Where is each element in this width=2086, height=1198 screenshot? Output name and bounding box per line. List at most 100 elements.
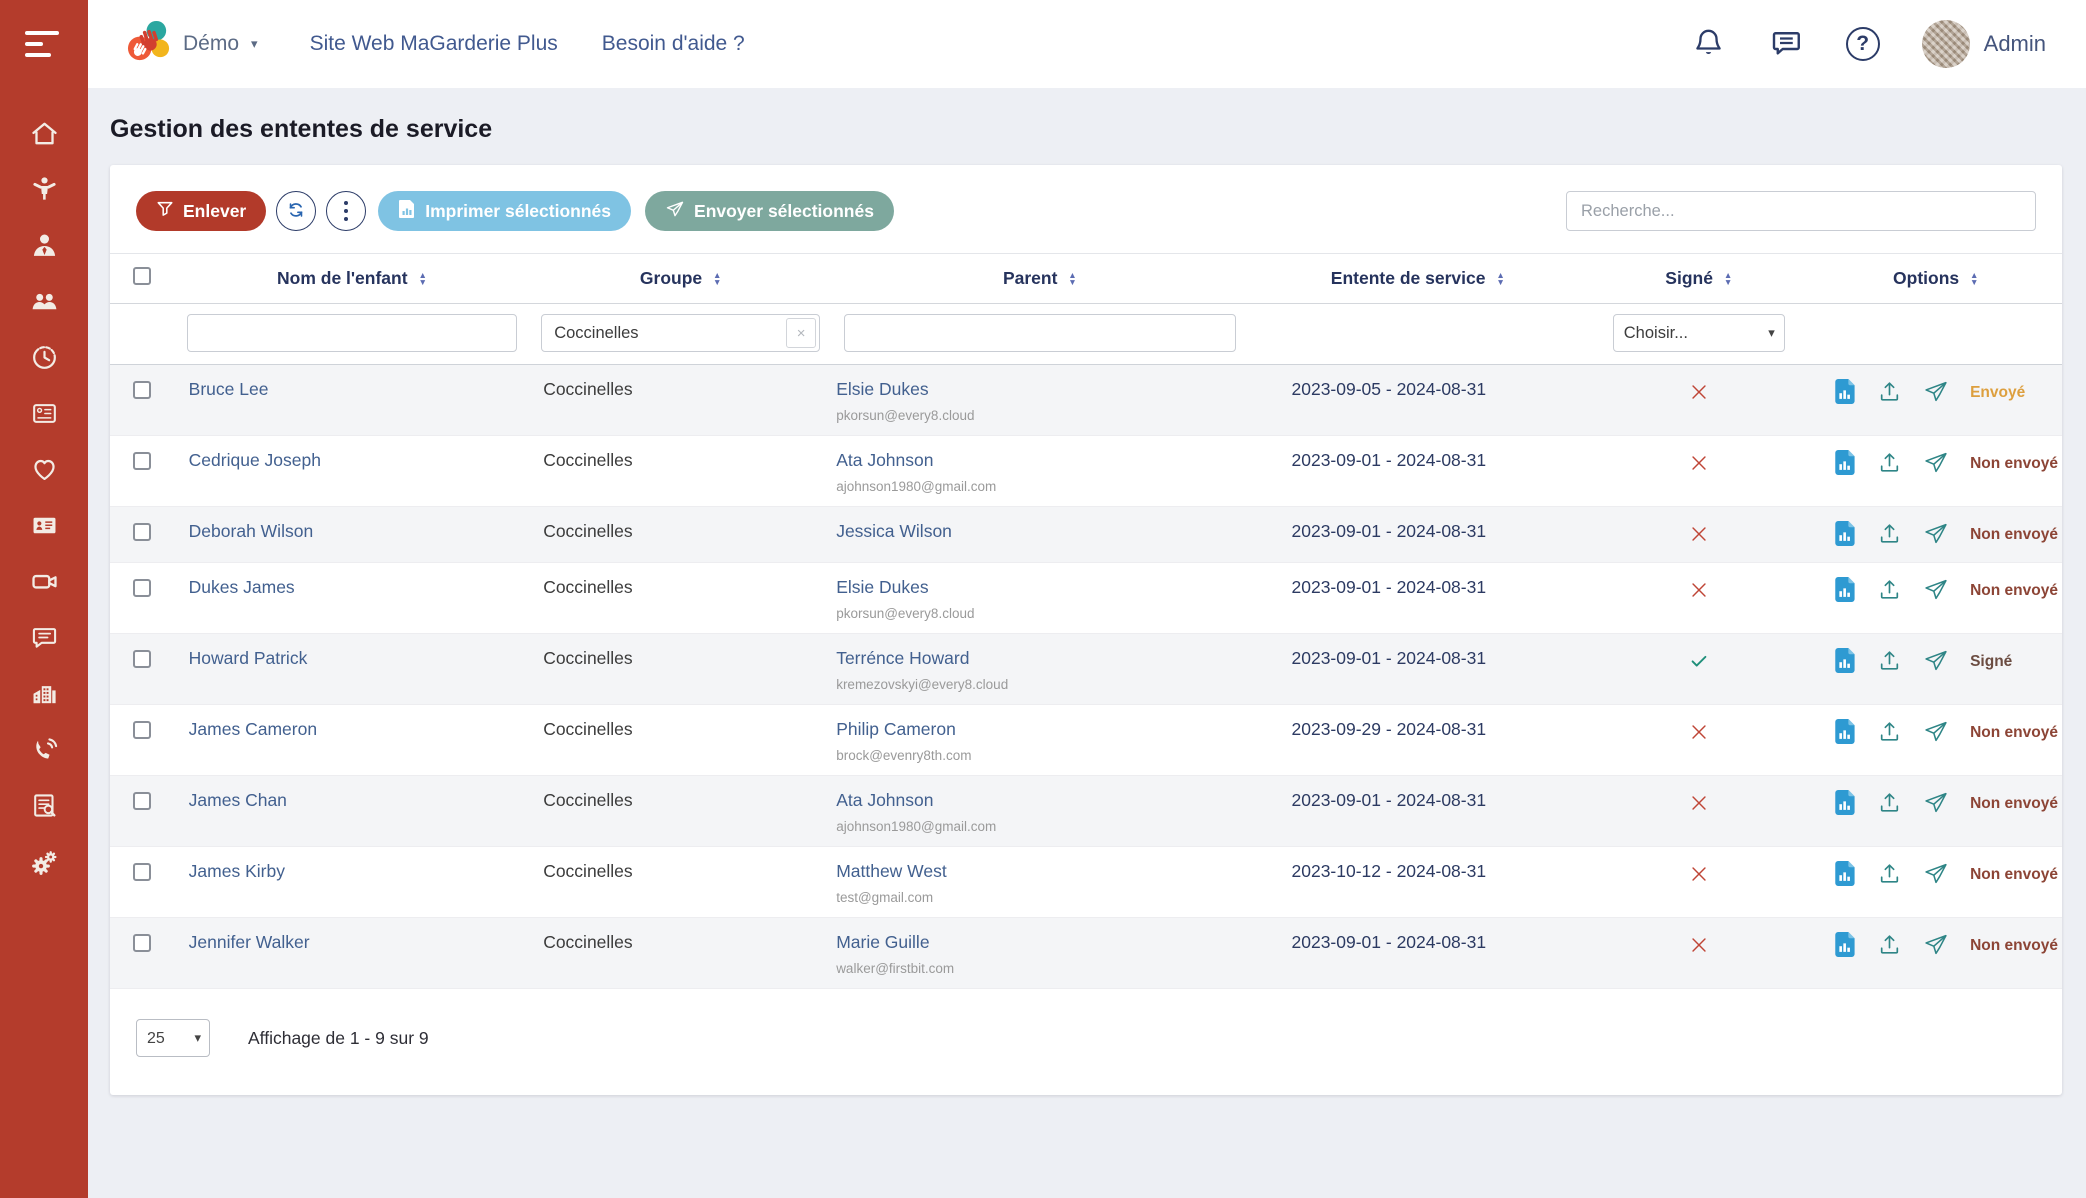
row-checkbox[interactable] — [133, 934, 151, 952]
view-document-button[interactable] — [1835, 450, 1856, 478]
group-nav-button[interactable] — [24, 286, 64, 319]
child-name[interactable]: James Chan — [189, 790, 287, 810]
send-agreement-button[interactable] — [1923, 450, 1949, 478]
upload-agreement-button[interactable] — [1877, 577, 1902, 605]
view-document-button[interactable] — [1835, 648, 1856, 676]
group-filter-combo: × — [541, 314, 820, 352]
send-agreement-button[interactable] — [1923, 719, 1949, 747]
send-agreement-button[interactable] — [1923, 379, 1949, 407]
child-name[interactable]: James Cameron — [189, 719, 317, 739]
view-document-button[interactable] — [1835, 719, 1856, 747]
sort-icon[interactable]: ▲▼ — [1068, 272, 1076, 286]
header-agreement[interactable]: Entente de service ▲▼ — [1248, 254, 1589, 304]
video-nav-button[interactable] — [24, 566, 64, 599]
header-child[interactable]: Nom de l'enfant ▲▼ — [175, 254, 530, 304]
header-parent[interactable]: Parent ▲▼ — [832, 254, 1247, 304]
upload-icon — [1877, 945, 1902, 960]
view-document-button[interactable] — [1835, 932, 1856, 960]
send-agreement-button[interactable] — [1923, 648, 1949, 676]
view-document-button[interactable] — [1835, 379, 1856, 407]
header-signed[interactable]: Signé ▲▼ — [1588, 254, 1809, 304]
reports-nav-button[interactable] — [24, 790, 64, 823]
send-agreement-button[interactable] — [1923, 521, 1949, 549]
upload-agreement-button[interactable] — [1877, 790, 1902, 818]
contact-card-nav-button[interactable] — [24, 510, 64, 543]
group-filter-input[interactable] — [542, 324, 786, 343]
select-all-checkbox[interactable] — [133, 267, 151, 285]
brand-menu[interactable]: Démo ▾ — [126, 18, 258, 70]
view-document-button[interactable] — [1835, 577, 1856, 605]
more-options-button[interactable] — [326, 191, 366, 231]
child-name[interactable]: James Kirby — [189, 861, 285, 881]
row-checkbox[interactable] — [133, 721, 151, 739]
sort-icon[interactable]: ▲▼ — [418, 272, 426, 286]
header-group[interactable]: Groupe ▲▼ — [529, 254, 832, 304]
upload-agreement-button[interactable] — [1877, 861, 1902, 889]
child-name[interactable]: Jennifer Walker — [189, 932, 310, 952]
view-document-button[interactable] — [1835, 521, 1856, 549]
child-name[interactable]: Bruce Lee — [189, 379, 269, 399]
send-agreement-button[interactable] — [1923, 932, 1949, 960]
page-size-select[interactable]: 25 — [136, 1019, 210, 1057]
send-agreement-button[interactable] — [1923, 577, 1949, 605]
not-signed-cross-icon — [1687, 798, 1711, 818]
child-nav-button[interactable] — [24, 174, 64, 207]
row-checkbox[interactable] — [133, 650, 151, 668]
row-checkbox[interactable] — [133, 452, 151, 470]
print-selected-button[interactable]: Imprimer sélectionnés — [378, 191, 631, 231]
sort-icon[interactable]: ▲▼ — [1496, 272, 1504, 286]
remove-filter-button[interactable]: Enlever — [136, 191, 266, 231]
messages-button[interactable] — [1768, 25, 1804, 64]
upload-agreement-button[interactable] — [1877, 719, 1902, 747]
sort-icon[interactable]: ▲▼ — [713, 272, 721, 286]
clear-filter-icon[interactable]: × — [786, 318, 816, 348]
link-site-web[interactable]: Site Web MaGarderie Plus — [310, 32, 558, 56]
organization-nav-button[interactable] — [24, 678, 64, 711]
child-filter-input[interactable] — [187, 314, 518, 352]
user-menu[interactable]: Admin — [1922, 20, 2046, 68]
billing-nav-button[interactable] — [24, 398, 64, 431]
document-chart-icon — [1835, 661, 1856, 676]
row-checkbox[interactable] — [133, 381, 151, 399]
send-agreement-button[interactable] — [1923, 861, 1949, 889]
search-input[interactable] — [1566, 191, 2036, 231]
refresh-button[interactable] — [276, 191, 316, 231]
upload-agreement-button[interactable] — [1877, 648, 1902, 676]
settings-nav-button[interactable] — [24, 846, 64, 879]
home-nav-button[interactable] — [24, 118, 64, 151]
view-document-button[interactable] — [1835, 790, 1856, 818]
row-checkbox[interactable] — [133, 792, 151, 810]
sort-icon[interactable]: ▲▼ — [1724, 272, 1732, 286]
send-selected-button[interactable]: Envoyer sélectionnés — [645, 191, 894, 231]
notifications-button[interactable] — [1691, 25, 1726, 63]
sort-icon[interactable]: ▲▼ — [1970, 272, 1978, 286]
row-checkbox[interactable] — [133, 579, 151, 597]
parent-nav-button[interactable] — [24, 230, 64, 263]
health-nav-button[interactable] — [24, 454, 64, 487]
billing-icon — [29, 398, 60, 432]
upload-agreement-button[interactable] — [1877, 379, 1902, 407]
calls-nav-button[interactable] — [24, 734, 64, 767]
help-button[interactable]: ? — [1846, 27, 1880, 61]
header-options[interactable]: Options ▲▼ — [1809, 254, 2062, 304]
child-name[interactable]: Cedrique Joseph — [189, 450, 321, 470]
parent-name: Ata Johnson — [836, 450, 1243, 471]
row-checkbox[interactable] — [133, 523, 151, 541]
row-checkbox[interactable] — [133, 863, 151, 881]
menu-toggle-button[interactable] — [0, 0, 88, 88]
parent-filter-input[interactable] — [844, 314, 1235, 352]
child-name[interactable]: Howard Patrick — [189, 648, 308, 668]
upload-agreement-button[interactable] — [1877, 521, 1902, 549]
chat-nav-button[interactable] — [24, 622, 64, 655]
signed-filter-select[interactable]: Choisir... — [1613, 314, 1785, 352]
upload-agreement-button[interactable] — [1877, 450, 1902, 478]
upload-agreement-button[interactable] — [1877, 932, 1902, 960]
child-name[interactable]: Deborah Wilson — [189, 521, 314, 541]
view-document-button[interactable] — [1835, 861, 1856, 889]
schedule-nav-button[interactable] — [24, 342, 64, 375]
link-help[interactable]: Besoin d'aide ? — [602, 32, 745, 56]
send-status: Non envoyé — [1970, 526, 2058, 543]
child-name[interactable]: Dukes James — [189, 577, 295, 597]
not-signed-cross-icon — [1687, 869, 1711, 889]
send-agreement-button[interactable] — [1923, 790, 1949, 818]
